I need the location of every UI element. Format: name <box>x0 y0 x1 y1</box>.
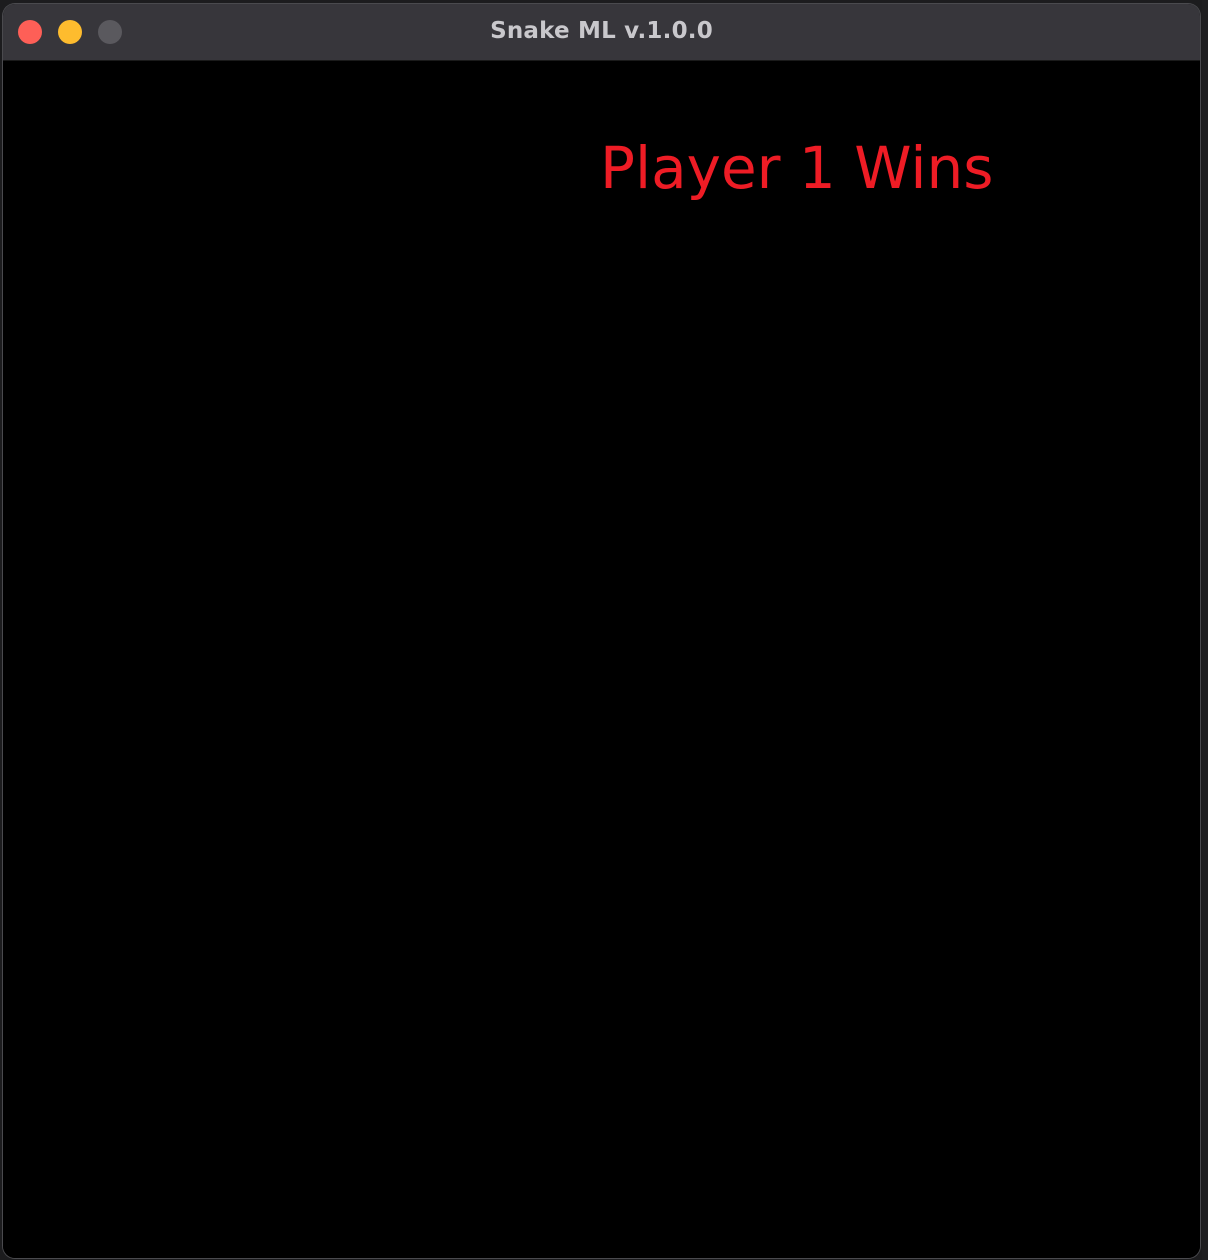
game-canvas[interactable]: Player 1 Wins <box>3 61 1200 1258</box>
app-window: Snake ML v.1.0.0 Player 1 Wins <box>3 4 1200 1258</box>
win-message: Player 1 Wins <box>600 134 994 202</box>
window-title: Snake ML v.1.0.0 <box>490 18 713 44</box>
desktop-background <box>1202 0 1208 1260</box>
title-bar[interactable]: Snake ML v.1.0.0 <box>3 4 1200 61</box>
